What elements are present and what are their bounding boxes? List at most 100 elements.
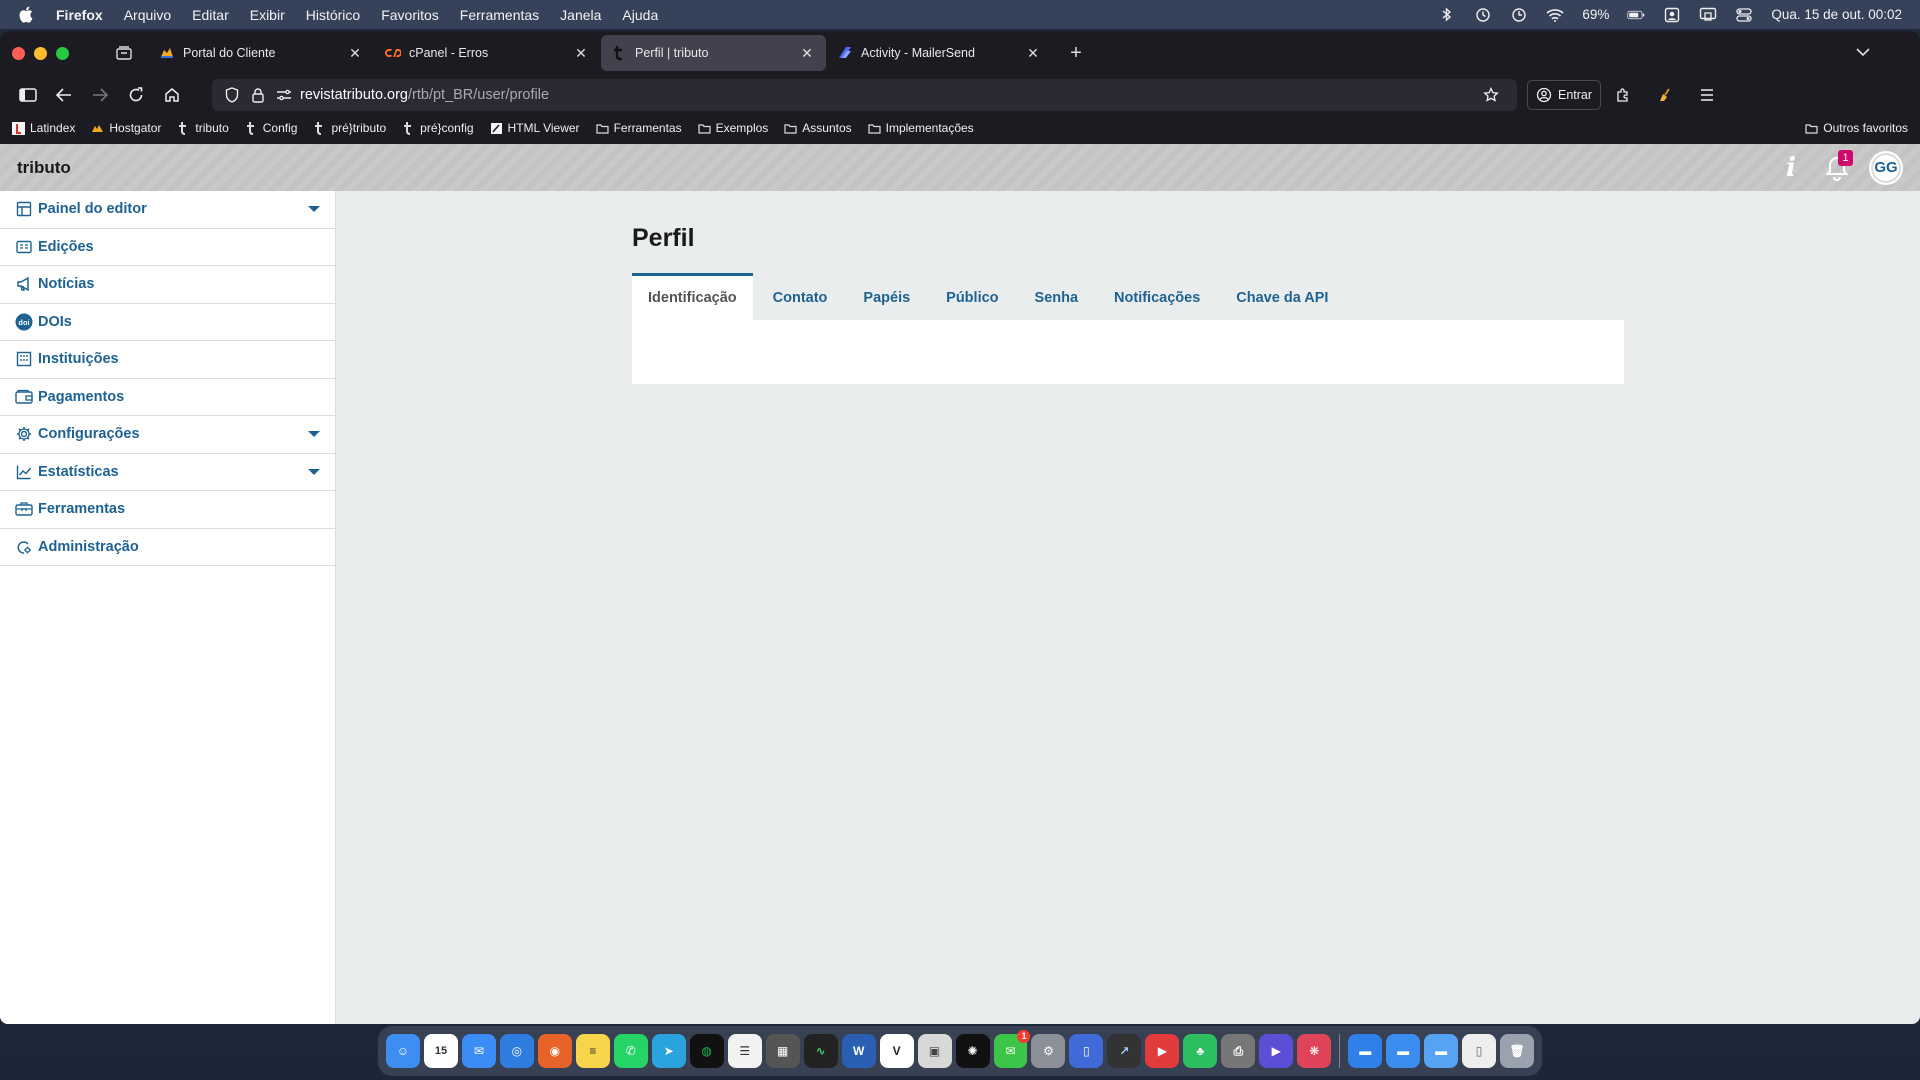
user-avatar[interactable]: GG bbox=[1869, 150, 1903, 185]
menu-ferramentas[interactable]: Ferramentas bbox=[460, 7, 539, 23]
sign-in-button[interactable]: Entrar bbox=[1527, 80, 1602, 110]
lock-icon[interactable] bbox=[248, 85, 268, 105]
vectorworks-icon[interactable]: V bbox=[879, 1034, 914, 1068]
trash-icon[interactable]: 🗑 bbox=[1500, 1034, 1535, 1068]
folder-icon[interactable]: ▬ bbox=[1386, 1034, 1421, 1068]
firefox-view-icon[interactable] bbox=[109, 38, 139, 68]
screen-recorder-icon[interactable]: ▶ bbox=[1145, 1034, 1180, 1068]
menu-ajuda[interactable]: Ajuda bbox=[622, 7, 658, 23]
utility-icon[interactable]: ▣ bbox=[917, 1034, 952, 1068]
tab-senha[interactable]: Senha bbox=[1019, 273, 1095, 320]
sidebar-item-pagamentos[interactable]: Pagamentos bbox=[0, 379, 335, 416]
brain-app-icon[interactable]: ❋ bbox=[1297, 1034, 1332, 1068]
printer-icon[interactable]: ⎙ bbox=[1221, 1034, 1256, 1068]
chevron-down-icon[interactable] bbox=[308, 468, 320, 475]
tab-notificacoes[interactable]: Notificações bbox=[1098, 273, 1216, 320]
firefox-icon[interactable]: ◉ bbox=[537, 1034, 572, 1068]
menubar-clock[interactable]: Qua. 15 de out. 00:02 bbox=[1771, 7, 1902, 22]
menu-firefox[interactable]: Firefox bbox=[56, 7, 103, 23]
evernote-icon[interactable]: ♣ bbox=[1183, 1034, 1218, 1068]
control-center-icon[interactable] bbox=[1735, 7, 1753, 23]
close-tab-icon[interactable]: ✕ bbox=[572, 44, 590, 62]
sidebar-item-instituicoes[interactable]: Instituições bbox=[0, 341, 335, 379]
back-arrow-icon[interactable] bbox=[48, 79, 80, 111]
telegram-icon[interactable]: ➤ bbox=[651, 1034, 686, 1068]
screen-time-icon[interactable] bbox=[1510, 7, 1528, 23]
close-window-button[interactable] bbox=[12, 46, 25, 60]
close-tab-icon[interactable]: ✕ bbox=[346, 44, 364, 62]
screen-mirroring-icon[interactable] bbox=[1699, 7, 1717, 23]
bookmark-html-viewer[interactable]: HTML Viewer bbox=[490, 121, 580, 135]
tracking-protection-shield-icon[interactable] bbox=[222, 85, 242, 105]
address-bar[interactable]: revistatributo.org/rtb/pt_BR/user/profil… bbox=[212, 79, 1517, 111]
safari-icon[interactable]: ◎ bbox=[499, 1034, 534, 1068]
folder-icon[interactable]: ▬ bbox=[1424, 1034, 1459, 1068]
document-icon[interactable]: ▯ bbox=[1462, 1034, 1497, 1068]
bookmark-config[interactable]: Config bbox=[245, 121, 297, 135]
close-tab-icon[interactable]: ✕ bbox=[798, 44, 816, 62]
simulator-icon[interactable]: ▯ bbox=[1069, 1034, 1104, 1068]
menu-janela[interactable]: Janela bbox=[560, 7, 601, 23]
menu-favoritos[interactable]: Favoritos bbox=[381, 7, 439, 23]
menu-historico[interactable]: Histórico bbox=[306, 7, 360, 23]
sidebar-item-painel-do-editor[interactable]: Painel do editor bbox=[0, 191, 335, 229]
extension-broom-icon[interactable] bbox=[1649, 79, 1681, 111]
menu-exibir[interactable]: Exibir bbox=[250, 7, 285, 23]
permissions-icon[interactable] bbox=[274, 85, 294, 105]
chatgpt-icon[interactable]: ✺ bbox=[955, 1034, 990, 1068]
mail-icon[interactable]: ✉ bbox=[461, 1034, 496, 1068]
calendar-icon[interactable]: 15 bbox=[423, 1034, 458, 1068]
tab-identificacao[interactable]: Identificação bbox=[632, 273, 753, 320]
word-icon[interactable]: W bbox=[841, 1034, 876, 1068]
sidebar-item-administracao[interactable]: Administração bbox=[0, 529, 335, 566]
sidebar-item-ferramentas[interactable]: Ferramentas bbox=[0, 491, 335, 529]
whatsapp-icon[interactable]: ✆ bbox=[613, 1034, 648, 1068]
close-tab-icon[interactable]: ✕ bbox=[1024, 44, 1042, 62]
new-tab-button[interactable]: + bbox=[1061, 38, 1091, 68]
bookmark-hostgator[interactable]: Hostgator bbox=[91, 121, 161, 135]
time-machine-icon[interactable] bbox=[1474, 7, 1492, 23]
zoom-window-button[interactable] bbox=[56, 46, 69, 60]
home-icon[interactable] bbox=[156, 79, 188, 111]
finder-icon[interactable]: ☺ bbox=[386, 1034, 420, 1068]
journal-context-name[interactable]: tributo bbox=[17, 158, 71, 178]
browser-tab-cpanel[interactable]: cPanel - Erros ✕ bbox=[375, 35, 600, 71]
sidebar-item-noticias[interactable]: Notícias bbox=[0, 266, 335, 304]
bookmark-folder-other[interactable]: Outros favoritos bbox=[1805, 121, 1908, 135]
apple-icon[interactable] bbox=[18, 6, 36, 24]
spotify-icon[interactable]: ◍ bbox=[689, 1034, 724, 1068]
extensions-puzzle-icon[interactable] bbox=[1607, 79, 1639, 111]
reminders-icon[interactable]: ☰ bbox=[727, 1034, 762, 1068]
tab-contato[interactable]: Contato bbox=[757, 273, 844, 320]
browser-tab-portal[interactable]: Portal do Cliente ✕ bbox=[149, 35, 374, 71]
list-all-tabs-icon[interactable] bbox=[1856, 43, 1870, 61]
sidebar-item-configuracoes[interactable]: Configurações bbox=[0, 416, 335, 454]
battery-icon[interactable] bbox=[1627, 7, 1645, 23]
chevron-down-icon[interactable] bbox=[308, 206, 320, 213]
video-player-icon[interactable]: ▶ bbox=[1259, 1034, 1294, 1068]
bookmark-folder-ferramentas[interactable]: Ferramentas bbox=[595, 121, 682, 135]
hamburger-menu-icon[interactable] bbox=[1691, 79, 1723, 111]
menu-editar[interactable]: Editar bbox=[192, 7, 229, 23]
menu-arquivo[interactable]: Arquivo bbox=[124, 7, 171, 23]
calculator-icon[interactable]: ▦ bbox=[765, 1034, 800, 1068]
stocks-icon[interactable]: ↗ bbox=[1107, 1034, 1142, 1068]
tab-papeis[interactable]: Papéis bbox=[847, 273, 926, 320]
sidebar-item-dois[interactable]: doi DOIs bbox=[0, 304, 335, 341]
tab-publico[interactable]: Público bbox=[930, 273, 1014, 320]
system-settings-icon[interactable]: ⚙ bbox=[1031, 1034, 1066, 1068]
notes-icon[interactable]: ≡ bbox=[575, 1034, 610, 1068]
browser-tab-mailersend[interactable]: Activity - MailerSend ✕ bbox=[827, 35, 1052, 71]
bookmark-latindex[interactable]: Latindex bbox=[12, 121, 75, 135]
bookmark-tributo[interactable]: tributo bbox=[177, 121, 229, 135]
notifications-bell-icon[interactable]: 1 bbox=[1823, 149, 1853, 182]
reload-icon[interactable] bbox=[120, 79, 152, 111]
info-icon[interactable]: i bbox=[1777, 153, 1805, 183]
minimize-window-button[interactable] bbox=[34, 46, 47, 60]
url-text[interactable]: revistatributo.org/rtb/pt_BR/user/profil… bbox=[300, 87, 549, 103]
bookmark-folder-implementacoes[interactable]: Implementações bbox=[868, 121, 974, 135]
bluetooth-icon[interactable] bbox=[1438, 7, 1456, 23]
chevron-down-icon[interactable] bbox=[308, 431, 320, 438]
user-switch-icon[interactable] bbox=[1663, 7, 1681, 23]
sidebar-toggle-icon[interactable] bbox=[12, 79, 44, 111]
